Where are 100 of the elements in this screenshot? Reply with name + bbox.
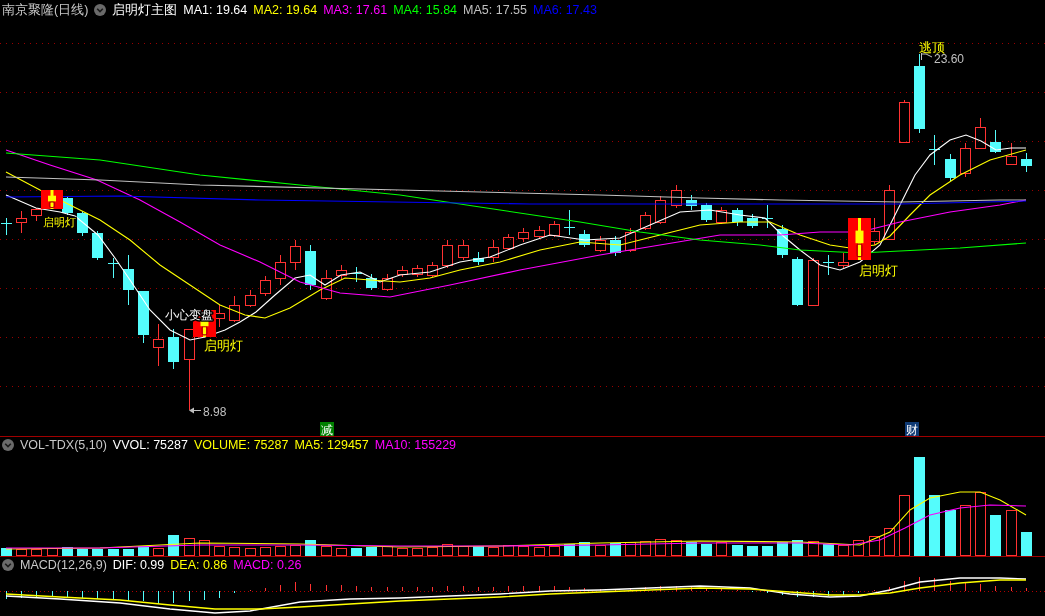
candlestick (640, 211, 651, 231)
candlestick (655, 195, 666, 225)
volume-bar (564, 544, 575, 556)
macd-reading: DIF: 0.99 (112, 558, 165, 572)
volume-bar (655, 539, 666, 556)
volume-bar (762, 546, 773, 556)
volume-bar (853, 540, 864, 556)
signal-label: 启明灯 (859, 263, 898, 278)
candlestick (260, 275, 271, 297)
candlestick (382, 273, 393, 292)
candlestick (305, 244, 316, 291)
candlestick (290, 239, 301, 271)
dropdown-icon[interactable] (2, 559, 14, 571)
top-signal-label: 逃顶 (919, 40, 945, 55)
candlestick (792, 256, 803, 307)
candlestick (671, 184, 682, 209)
volume-bar (747, 546, 758, 556)
volume-bar (625, 542, 636, 556)
candlestick (123, 254, 134, 306)
volume-bar (975, 492, 986, 556)
candlestick (153, 323, 164, 367)
volume-bar (92, 549, 103, 556)
candlestick (732, 207, 743, 227)
macd-reading: DEA: 0.86 (170, 558, 228, 572)
volume-reading: MA10: 155229 (374, 438, 457, 452)
dropdown-icon[interactable] (94, 4, 107, 16)
candlestick (503, 233, 514, 251)
volume-bar (1006, 510, 1017, 556)
volume-bar (777, 542, 788, 556)
volume-bar (808, 541, 819, 556)
signal-label: 启明灯 (43, 216, 76, 228)
volume-reading: MA5: 129457 (294, 438, 369, 452)
volume-bar (640, 541, 651, 556)
candlestick (822, 254, 835, 276)
indicator-name: 启明灯主图 (112, 1, 178, 19)
signal-marker-icon (41, 190, 63, 209)
volume-bar (16, 549, 27, 556)
chart-tag: 财 (905, 422, 919, 437)
candlestick (168, 328, 179, 370)
candlestick (838, 252, 849, 269)
security-name: 南京聚隆(日线) (2, 1, 89, 19)
signal-label: 启明灯 (204, 338, 243, 353)
candlestick (518, 227, 529, 243)
volume-bar (1021, 532, 1032, 556)
candlestick (321, 269, 332, 301)
volume-bar (397, 548, 408, 556)
candlestick (808, 257, 819, 307)
candlestick (975, 117, 986, 149)
low-price-label: 8.98 (203, 405, 227, 419)
volume-bar (686, 542, 697, 556)
volume-bar (336, 548, 347, 556)
candlestick (229, 295, 240, 323)
indicator-name: VOL-TDX(5,10) (20, 438, 107, 452)
volume-bar (153, 548, 164, 556)
volume-bar (549, 546, 560, 556)
candlestick (884, 184, 895, 240)
volume-bar (579, 542, 590, 556)
candlestick (701, 202, 712, 223)
volume-bar (321, 546, 332, 556)
volume-bar (229, 547, 240, 556)
candlestick (579, 229, 590, 248)
volume-bar (168, 535, 179, 556)
volume-bar (260, 547, 271, 556)
candlestick (62, 195, 73, 216)
volume-bar (488, 547, 499, 556)
indicator-name: MACD(12,26,9) (20, 558, 107, 572)
candlestick (1021, 152, 1032, 173)
average-reading: MA1: 19.64 (183, 3, 248, 17)
candlestick (488, 239, 499, 263)
candlestick (625, 227, 636, 253)
volume-bar (792, 540, 803, 556)
volume-bar (1, 548, 12, 556)
candlestick (563, 209, 576, 236)
volume-bar (290, 545, 301, 556)
volume-bar (214, 546, 225, 556)
candlestick (960, 142, 971, 178)
average-reading: MA6: 17.43 (533, 3, 597, 17)
candlestick (412, 264, 423, 278)
volume-bar (701, 544, 712, 556)
volume-bar (31, 549, 42, 556)
candlestick (747, 213, 758, 229)
average-reading: MA3: 17.61 (323, 3, 388, 17)
volume-bar (945, 510, 956, 556)
candlestick (366, 273, 377, 291)
candlestick (899, 99, 910, 143)
dropdown-icon[interactable] (2, 439, 14, 451)
volume-bar (884, 528, 895, 556)
volume-bar (442, 544, 453, 556)
volume-reading: VVOL: 75287 (112, 438, 188, 452)
volume-bar (458, 546, 469, 556)
candlestick (336, 264, 347, 281)
average-reading: MA4: 15.84 (393, 3, 458, 17)
volume-bar (518, 546, 529, 556)
candlestick (16, 210, 27, 234)
volume-bar (595, 545, 606, 556)
volume-bar (199, 540, 210, 556)
average-reading: MA2: 19.64 (253, 3, 318, 17)
candlestick (1006, 142, 1017, 165)
candlestick (610, 235, 621, 257)
volume-bar (671, 540, 682, 556)
